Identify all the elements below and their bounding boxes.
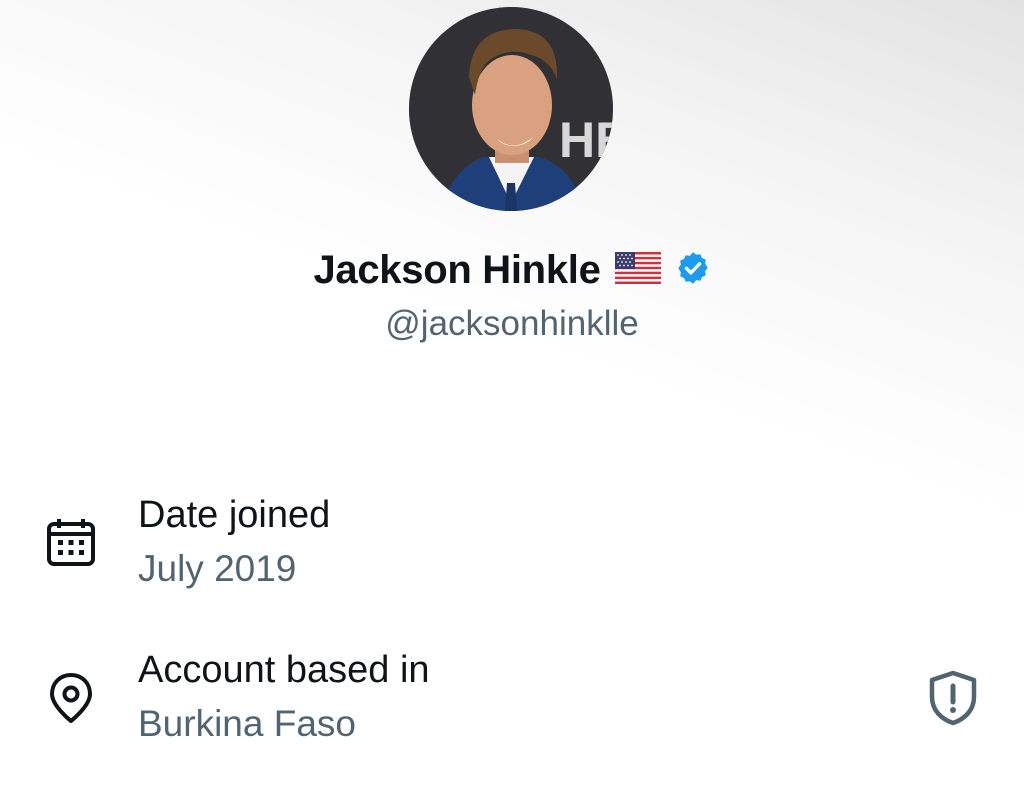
profile-avatar[interactable]: HB [409,7,613,211]
location-pin-icon [44,671,98,725]
verified-badge-icon[interactable] [675,250,711,291]
display-name: Jackson Hinkle [313,247,601,292]
date-joined-label: Date joined [138,494,331,536]
date-joined-value: July 2019 [138,548,297,589]
profile-identity: Jackson Hinkle @jacksonhinklle [0,246,1024,344]
account-based-in-label: Account based in [138,649,430,691]
name-row: Jackson Hinkle [313,246,710,294]
profile-handle: @jacksonhinklle [385,304,639,343]
account-location-row: Account based in Burkina Faso [0,647,1024,757]
account-based-in-value: Burkina Faso [138,703,356,744]
us-flag-icon [614,251,661,289]
shield-alert-icon[interactable] [925,669,981,727]
date-joined-row: Date joined July 2019 [0,492,1024,602]
calendar-icon [44,516,98,570]
svg-text:HB: HB [559,112,613,168]
